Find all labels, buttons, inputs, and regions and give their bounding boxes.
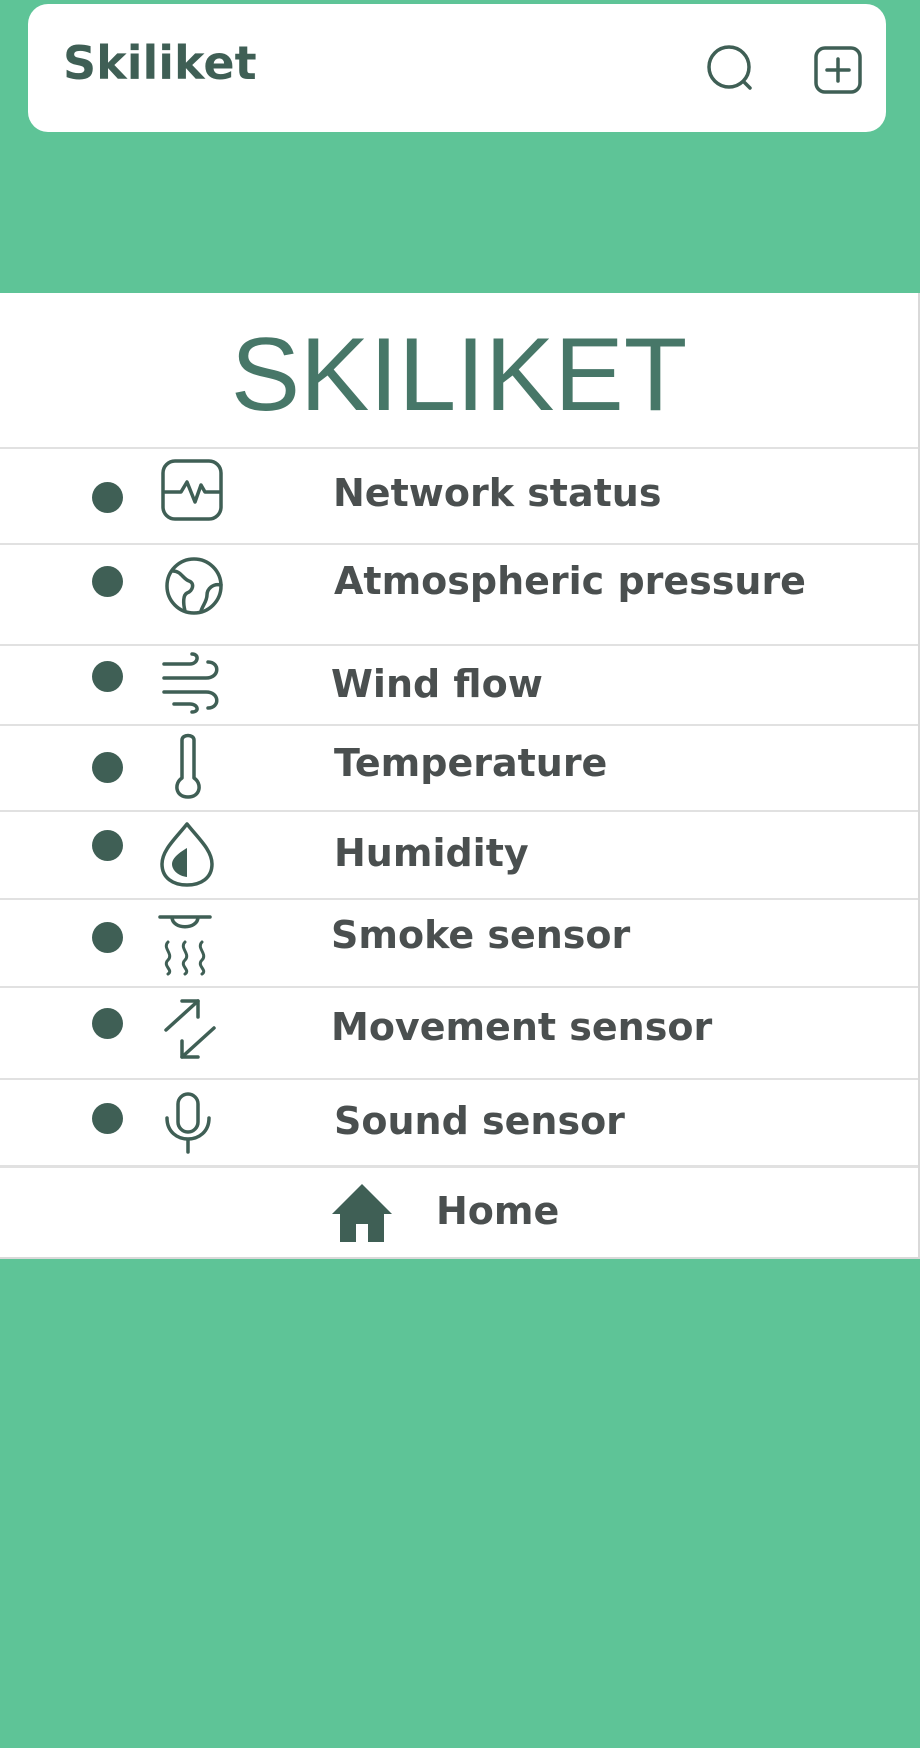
microphone-icon — [163, 1092, 215, 1154]
drop-icon — [158, 820, 216, 888]
activity-icon — [159, 457, 225, 523]
sensor-item-wind-flow[interactable]: Wind flow — [0, 644, 918, 724]
bullet-icon — [92, 752, 123, 783]
sensor-item-label: Temperature — [334, 741, 608, 785]
thermometer-icon — [170, 732, 206, 800]
bullet-icon — [92, 661, 123, 692]
app-title: Skiliket — [63, 36, 257, 90]
home-icon — [330, 1182, 394, 1244]
sensor-item-network-status[interactable]: Network status — [0, 447, 918, 543]
smoke-detector-icon — [158, 914, 214, 978]
search-icon[interactable] — [706, 44, 758, 96]
page-title: SKILIKET — [230, 317, 688, 433]
bullet-icon — [92, 482, 123, 513]
sensor-item-sound-sensor[interactable]: Sound sensor — [0, 1078, 918, 1165]
arrows-icon — [162, 998, 218, 1060]
bullet-icon — [92, 566, 123, 597]
sensor-item-label: Wind flow — [331, 662, 543, 706]
sensor-item-movement-sensor[interactable]: Movement sensor — [0, 986, 918, 1078]
sensor-item-label: Humidity — [334, 831, 529, 875]
home-link[interactable]: Home — [0, 1165, 918, 1259]
sensor-menu-panel: SKILIKET Network status Atmospheric pres… — [0, 293, 920, 1259]
sensor-item-label: Atmospheric pressure — [334, 559, 806, 603]
home-label: Home — [436, 1189, 560, 1233]
sensor-item-label: Smoke sensor — [331, 913, 631, 957]
wind-icon — [160, 650, 224, 714]
bullet-icon — [92, 830, 123, 861]
top-app-bar: Skiliket — [28, 4, 886, 132]
sensor-item-atmospheric-pressure[interactable]: Atmospheric pressure — [0, 543, 918, 644]
sensor-item-label: Sound sensor — [334, 1099, 625, 1143]
sensor-item-smoke-sensor[interactable]: Smoke sensor — [0, 898, 918, 986]
bullet-icon — [92, 1008, 123, 1039]
sensor-item-temperature[interactable]: Temperature — [0, 724, 918, 810]
add-square-icon[interactable] — [812, 44, 864, 96]
sensor-item-humidity[interactable]: Humidity — [0, 810, 918, 898]
bullet-icon — [92, 1103, 123, 1134]
globe-icon — [163, 555, 225, 617]
sensor-item-label: Network status — [333, 471, 662, 515]
bullet-icon — [92, 922, 123, 953]
sensor-item-label: Movement sensor — [331, 1005, 713, 1049]
